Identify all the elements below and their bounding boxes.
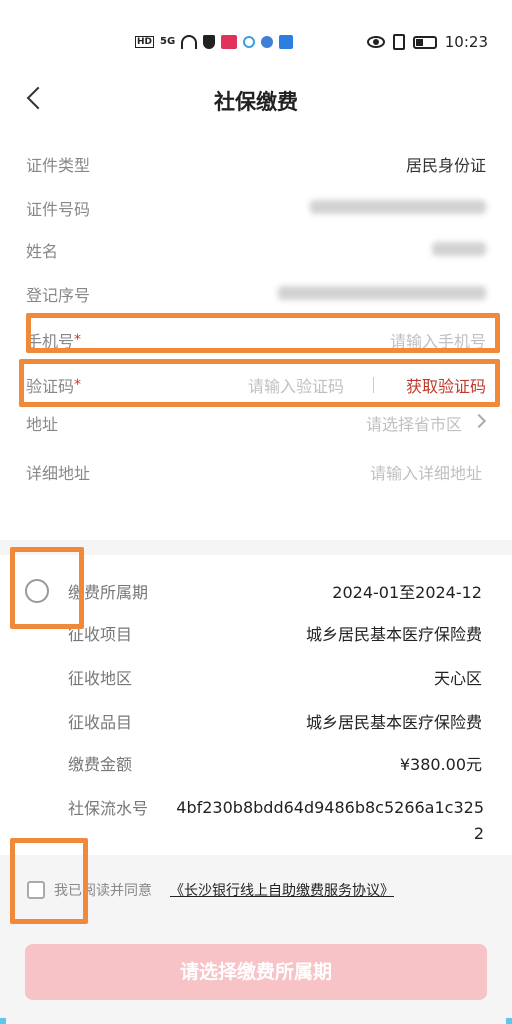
reg-number-label: 登记序号	[26, 286, 91, 305]
name-row: 姓名	[0, 228, 512, 268]
highlight-box	[10, 547, 84, 629]
detail-address-row[interactable]: 详细地址 请输入详细地址	[0, 450, 512, 490]
corner-marker	[506, 1018, 512, 1024]
shield-icon	[203, 35, 216, 49]
amount-value: ¥380.00元	[399, 755, 482, 774]
highlight-box	[26, 313, 500, 353]
area-label: 征收地区	[68, 669, 133, 688]
page-title: 社保缴费	[214, 90, 298, 114]
address-label: 地址	[26, 415, 59, 434]
submit-button[interactable]: 请选择缴费所属期	[25, 944, 487, 1000]
app-icon	[279, 35, 294, 49]
area-row: 征收地区 天心区	[0, 657, 512, 693]
amount-label: 缴费金额	[68, 755, 133, 774]
id-type-label: 证件类型	[26, 156, 91, 175]
chevron-right-icon	[471, 413, 487, 429]
category-row: 征收品目 城乡居民基本医疗保险费	[0, 701, 512, 737]
reg-number-redacted	[278, 286, 486, 300]
browser-icon	[261, 36, 274, 48]
reg-number-row: 登记序号	[0, 272, 512, 312]
status-bar: HD 5G 10:23	[0, 0, 512, 72]
nav-bar: 社保缴费	[0, 72, 512, 128]
highlight-box	[10, 838, 88, 924]
item-value: 城乡居民基本医疗保险费	[305, 625, 482, 644]
clock: 10:23	[444, 33, 488, 51]
wifi-icon	[181, 35, 198, 49]
eye-icon	[366, 36, 385, 48]
vibrate-icon	[392, 34, 405, 50]
id-number-redacted	[310, 200, 486, 214]
period-value: 2024-01至2024-12	[332, 583, 482, 602]
hd-icon: HD	[135, 36, 155, 48]
id-type-value: 居民身份证	[405, 156, 486, 175]
agreement-link[interactable]: 《长沙银行线上自助缴费服务协议》	[170, 880, 394, 900]
id-type-row: 证件类型 居民身份证	[0, 142, 512, 182]
name-redacted	[432, 242, 486, 256]
app-notification-icon	[221, 35, 238, 49]
corner-marker	[0, 1018, 6, 1024]
id-number-label: 证件号码	[26, 200, 91, 219]
highlight-box	[19, 359, 500, 407]
category-value: 城乡居民基本医疗保险费	[305, 713, 482, 732]
address-picker[interactable]: 请选择省市区	[366, 411, 462, 435]
area-value: 天心区	[433, 669, 482, 688]
battery-icon	[412, 35, 437, 49]
name-label: 姓名	[26, 242, 59, 261]
id-number-row: 证件号码	[0, 186, 512, 226]
detail-address-label: 详细地址	[26, 464, 91, 483]
address-row[interactable]: 地址 请选择省市区	[0, 401, 512, 441]
category-label: 征收品目	[68, 713, 133, 732]
signal-icon: 5G	[160, 36, 176, 47]
serial-label: 社保流水号	[68, 799, 149, 818]
detail-address-input[interactable]: 请输入详细地址	[370, 460, 482, 484]
sync-icon	[243, 36, 256, 48]
form-card: 证件类型 居民身份证 证件号码 姓名 登记序号 手机号* 请输入手机号 验证码*…	[0, 128, 512, 540]
amount-row: 缴费金额 ¥380.00元	[0, 743, 512, 779]
serial-value: 4bf230b8bdd64d9486b8c5266a1c3252	[176, 798, 484, 843]
